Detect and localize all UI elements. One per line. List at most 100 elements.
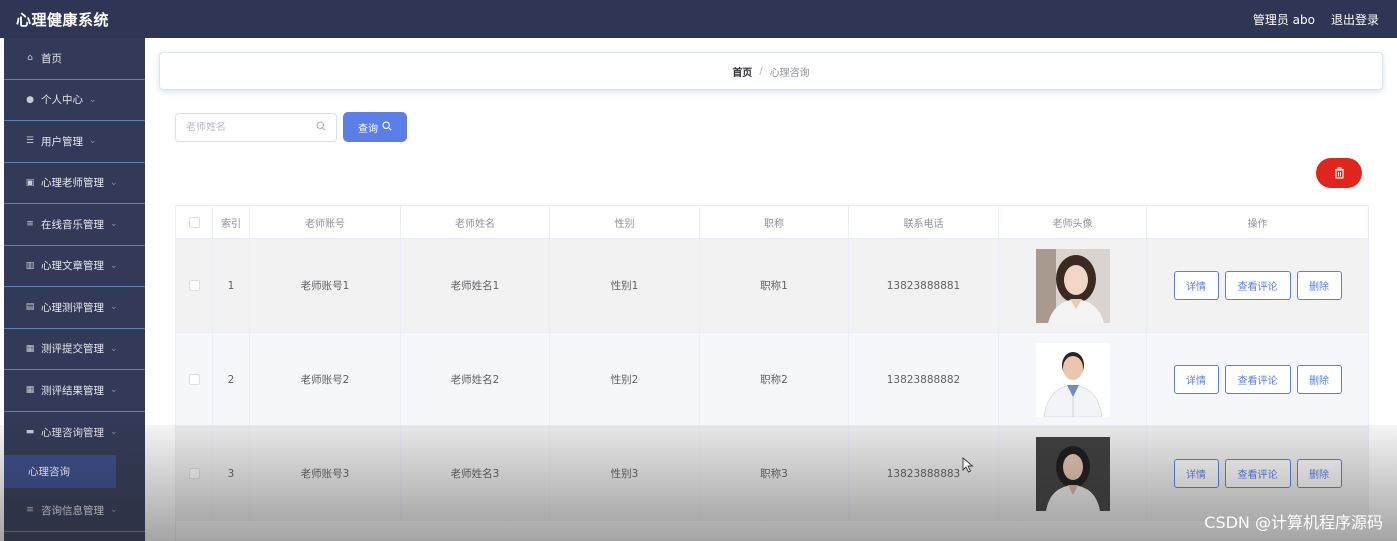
top-right-menu: 管理员 abo 退出登录 bbox=[1253, 11, 1379, 28]
cell-phone: 13823888882 bbox=[849, 333, 999, 427]
users-icon: ☰ bbox=[25, 136, 35, 147]
sidebar-item-assessment-management[interactable]: ▤ 心理测评管理 ⌄ bbox=[4, 287, 145, 329]
cell-actions: 详情 查看评论 删除 bbox=[1147, 427, 1369, 521]
message-icon: ▬ bbox=[25, 427, 35, 438]
chevron-down-icon: ⌄ bbox=[110, 505, 118, 516]
chevron-down-icon: ⌄ bbox=[89, 136, 97, 147]
sidebar-item-label: 咨询信息管理 bbox=[41, 504, 104, 517]
cell-index: 2 bbox=[213, 333, 250, 427]
search-field bbox=[175, 113, 337, 142]
sidebar-item-user-management[interactable]: ☰ 用户管理 ⌄ bbox=[4, 121, 145, 163]
chart-icon: ▥ bbox=[25, 260, 35, 271]
header-name: 老师姓名 bbox=[401, 206, 550, 239]
search-icon bbox=[382, 120, 392, 134]
sidebar-item-label: 心理老师管理 bbox=[41, 177, 104, 190]
app-title: 心理健康系统 bbox=[16, 10, 110, 29]
sidebar-item-label: 在线音乐管理 bbox=[41, 218, 104, 231]
sidebar-item-teacher-management[interactable]: ▣ 心理老师管理 ⌄ bbox=[4, 163, 145, 204]
detail-button[interactable]: 详情 bbox=[1173, 365, 1219, 394]
delete-button[interactable]: 删除 bbox=[1296, 459, 1342, 488]
view-comments-button[interactable]: 查看评论 bbox=[1224, 459, 1291, 488]
header-phone: 联系电话 bbox=[849, 206, 999, 239]
clipboard-icon: ▤ bbox=[25, 302, 35, 313]
list-icon: ≡ bbox=[26, 505, 34, 516]
chevron-down-icon: ⌄ bbox=[110, 260, 118, 271]
table-header-row: 索引 老师账号 老师姓名 性别 职称 联系电话 老师头像 操作 bbox=[176, 206, 1369, 239]
sidebar-item-label: 心理测评管理 bbox=[41, 301, 104, 314]
teacher-avatar-image bbox=[1035, 342, 1110, 417]
cell-title: 职称1 bbox=[700, 239, 849, 333]
header-account: 老师账号 bbox=[250, 206, 401, 239]
breadcrumb-separator: / bbox=[759, 65, 763, 77]
sidebar-item-article-management[interactable]: ▥ 心理文章管理 ⌄ bbox=[4, 246, 145, 287]
cell-account: 老师账号3 bbox=[250, 427, 401, 521]
cell-phone: 13823888881 bbox=[849, 239, 999, 333]
mouse-cursor-icon bbox=[962, 457, 974, 477]
detail-button[interactable]: 详情 bbox=[1173, 271, 1219, 300]
search-button[interactable]: 查询 bbox=[343, 112, 407, 142]
header-select-cell bbox=[176, 206, 213, 239]
top-bar: 心理健康系统 管理员 abo 退出登录 bbox=[0, 0, 1397, 38]
sidebar-item-personal-center[interactable]: ● 个人中心 ⌄ bbox=[4, 80, 145, 121]
view-comments-button[interactable]: 查看评论 bbox=[1224, 271, 1291, 300]
sidebar-item-label: 心理咨询管理 bbox=[41, 426, 104, 439]
watermark: CSDN @计算机程序源码 bbox=[1204, 513, 1383, 532]
chevron-down-icon: ⌄ bbox=[110, 343, 118, 354]
search-input[interactable] bbox=[186, 122, 306, 133]
teacher-avatar-image bbox=[1035, 248, 1110, 323]
sidebar-item-home[interactable]: ⌂ 首页 bbox=[4, 38, 145, 80]
sidebar-item-label: 测评结果管理 bbox=[41, 384, 104, 397]
cell-gender: 性别1 bbox=[550, 239, 700, 333]
logout-link[interactable]: 退出登录 bbox=[1331, 11, 1379, 28]
sidebar-item-label: 测评提交管理 bbox=[41, 343, 104, 356]
list-icon: ≡ bbox=[26, 219, 34, 230]
grid-icon: ▦ bbox=[25, 385, 35, 396]
row-checkbox[interactable] bbox=[188, 468, 200, 479]
table-row: 1 老师账号1 老师姓名1 性别1 职称1 13823888881 详情 查看评… bbox=[176, 239, 1369, 333]
teacher-table: 索引 老师账号 老师姓名 性别 职称 联系电话 老师头像 操作 1 老师账号1 … bbox=[175, 205, 1369, 541]
header-avatar: 老师头像 bbox=[999, 206, 1147, 239]
sidebar-item-music-management[interactable]: ≡ 在线音乐管理 ⌄ bbox=[4, 204, 145, 246]
sidebar-item-consultation-management[interactable]: ▬ 心理咨询管理 ⌄ bbox=[4, 412, 145, 454]
sidebar-item-submission-management[interactable]: ▦ 测评提交管理 ⌄ bbox=[4, 329, 145, 370]
cell-name: 老师姓名3 bbox=[401, 427, 550, 521]
row-select-cell bbox=[176, 333, 213, 427]
cell-account: 老师账号1 bbox=[250, 239, 401, 333]
view-comments-button[interactable]: 查看评论 bbox=[1224, 365, 1291, 394]
cell-avatar bbox=[999, 333, 1147, 427]
header-gender: 性别 bbox=[550, 206, 700, 239]
select-all-checkbox[interactable] bbox=[188, 216, 200, 228]
delete-button[interactable]: 删除 bbox=[1296, 271, 1342, 300]
row-select-cell bbox=[176, 239, 213, 333]
row-checkbox[interactable] bbox=[188, 374, 200, 385]
user-icon: ● bbox=[26, 94, 34, 105]
breadcrumb-current: 心理咨询 bbox=[769, 67, 810, 79]
table-row: 2 老师账号2 老师姓名2 性别2 职称2 13823888882 详情 查看评… bbox=[176, 333, 1369, 427]
delete-button[interactable]: 删除 bbox=[1296, 365, 1342, 394]
chevron-down-icon: ⌄ bbox=[110, 427, 118, 438]
table-row: 3 老师账号3 老师姓名3 性别3 职称3 13823888883 详情 查看评… bbox=[176, 427, 1369, 521]
sidebar-item-label: 用户管理 bbox=[41, 135, 83, 148]
chevron-down-icon: ⌄ bbox=[110, 302, 118, 313]
sidebar-item-result-management[interactable]: ▦ 测评结果管理 ⌄ bbox=[4, 370, 145, 412]
detail-button[interactable]: 详情 bbox=[1173, 459, 1219, 488]
admin-label: 管理员 abo bbox=[1252, 12, 1315, 27]
sidebar-subitem-consultation[interactable]: 心理咨询 bbox=[4, 455, 116, 488]
header-index: 索引 bbox=[213, 206, 250, 239]
sidebar-item-label: 首页 bbox=[41, 52, 62, 65]
chevron-down-icon: ⌄ bbox=[110, 219, 118, 230]
cell-avatar bbox=[999, 427, 1147, 521]
cell-account: 老师账号2 bbox=[250, 333, 401, 427]
cell-name: 老师姓名1 bbox=[401, 239, 550, 333]
chevron-down-icon: ⌄ bbox=[110, 177, 118, 188]
sidebar-item-consultation-info[interactable]: ≡ 咨询信息管理 ⌄ bbox=[4, 490, 145, 532]
teacher-icon: ▣ bbox=[25, 177, 35, 188]
chevron-down-icon: ⌄ bbox=[110, 385, 118, 396]
batch-delete-button[interactable] bbox=[1316, 158, 1362, 188]
breadcrumb-home[interactable]: 首页 bbox=[732, 64, 752, 79]
trash-icon bbox=[1334, 164, 1345, 183]
cell-phone: 13823888883 bbox=[849, 427, 999, 521]
cell-gender: 性别2 bbox=[550, 333, 700, 427]
breadcrumb: 首页 / 心理咨询 bbox=[159, 52, 1383, 90]
row-checkbox[interactable] bbox=[188, 280, 200, 291]
